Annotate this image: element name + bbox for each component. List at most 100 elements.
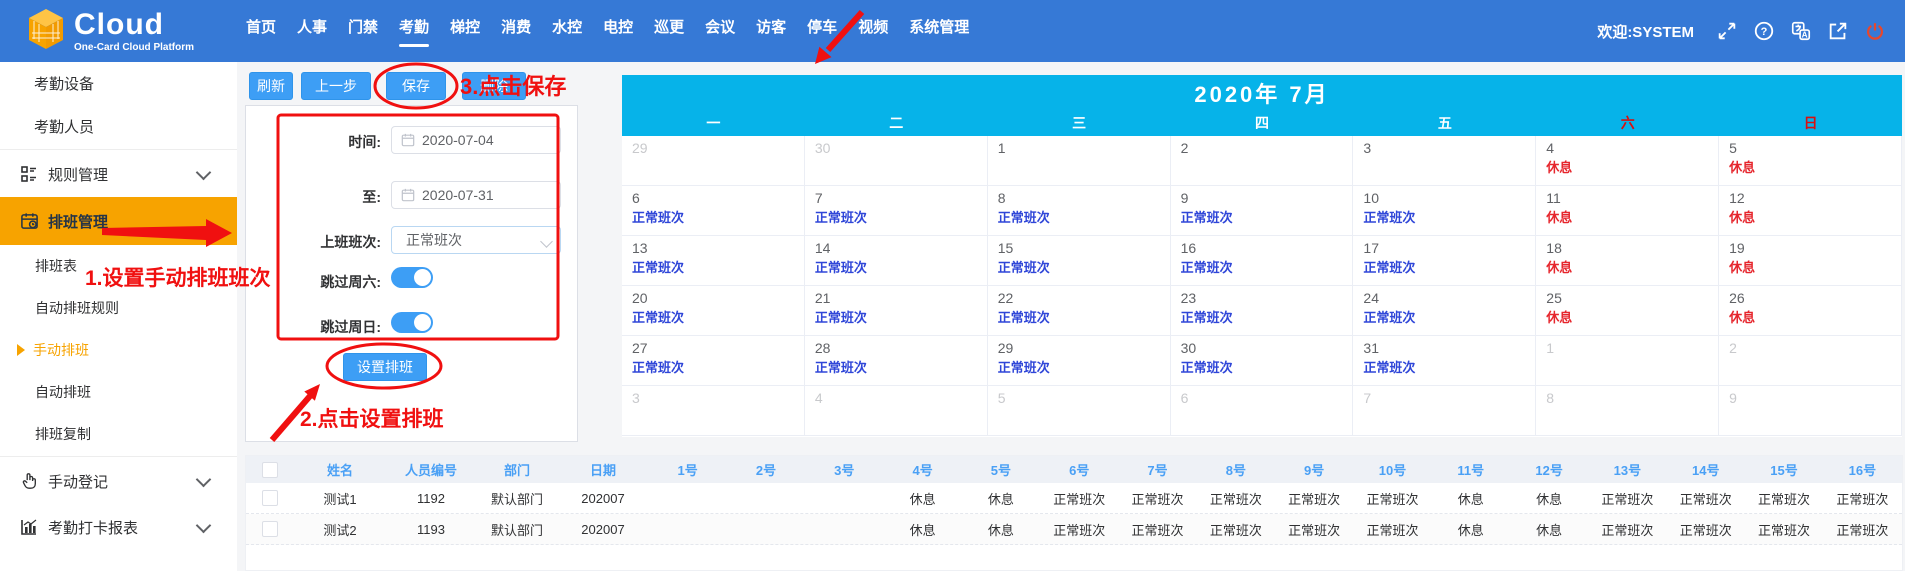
schedule-calendar: 2020年 7月 一二三四五六日 29301234休息5休息6正常班次7正常班次… bbox=[622, 75, 1902, 437]
calendar-cell-8[interactable]: 8正常班次 bbox=[988, 186, 1171, 236]
nav-item-访客[interactable]: 访客 bbox=[756, 0, 786, 62]
translate-icon[interactable]: A bbox=[1789, 19, 1813, 43]
row-checkbox[interactable] bbox=[262, 521, 278, 537]
calendar-cell-22[interactable]: 22正常班次 bbox=[988, 286, 1171, 336]
active-underline bbox=[654, 44, 684, 47]
sidebar-item-手动登记[interactable]: 手动登记 bbox=[0, 458, 237, 504]
skip-sunday-toggle[interactable] bbox=[391, 312, 433, 333]
calendar-cell-3[interactable]: 3 bbox=[1353, 136, 1536, 186]
nav-item-门禁[interactable]: 门禁 bbox=[348, 0, 378, 62]
calendar-cell-5[interactable]: 5休息 bbox=[1719, 136, 1902, 186]
calendar-cell-12[interactable]: 12休息 bbox=[1719, 186, 1902, 236]
nav-item-label: 会议 bbox=[705, 16, 735, 37]
calendar-cell-27[interactable]: 27正常班次 bbox=[622, 336, 805, 386]
nav-item-电控[interactable]: 电控 bbox=[603, 0, 633, 62]
calendar-cell-26[interactable]: 26休息 bbox=[1719, 286, 1902, 336]
prev-step-button[interactable]: 上一步 bbox=[301, 72, 371, 100]
calendar-cell-1[interactable]: 1 bbox=[988, 136, 1171, 186]
set-schedule-button[interactable]: 设置排班 bbox=[343, 353, 427, 381]
sidebar-item-自动排班规则[interactable]: 自动排班规则 bbox=[0, 287, 237, 329]
calendar-cell-24[interactable]: 24正常班次 bbox=[1353, 286, 1536, 336]
nav-item-考勤[interactable]: 考勤 bbox=[399, 0, 429, 62]
sidebar-item-排班管理[interactable]: 排班管理 bbox=[0, 197, 237, 245]
nav-item-首页[interactable]: 首页 bbox=[246, 0, 276, 62]
row-checkbox[interactable] bbox=[262, 490, 278, 506]
calendar-cell-2[interactable]: 2 bbox=[1171, 136, 1354, 186]
calendar-cell-23[interactable]: 23正常班次 bbox=[1171, 286, 1354, 336]
calendar-cell-8[interactable]: 8 bbox=[1536, 386, 1719, 436]
calendar-cell-10[interactable]: 10正常班次 bbox=[1353, 186, 1536, 236]
nav-item-人事[interactable]: 人事 bbox=[297, 0, 327, 62]
calendar-cell-9[interactable]: 9正常班次 bbox=[1171, 186, 1354, 236]
calendar-cell-31[interactable]: 31正常班次 bbox=[1353, 336, 1536, 386]
nav-item-梯控[interactable]: 梯控 bbox=[450, 0, 480, 62]
rules-icon bbox=[18, 165, 40, 183]
sidebar-item-考勤打卡报表[interactable]: 考勤打卡报表 bbox=[0, 504, 237, 550]
sidebar-item-自动排班[interactable]: 自动排班 bbox=[0, 371, 237, 413]
nav-item-视频[interactable]: 视频 bbox=[858, 0, 888, 62]
nav-item-会议[interactable]: 会议 bbox=[705, 0, 735, 62]
calendar-cell-21[interactable]: 21正常班次 bbox=[805, 286, 988, 336]
calendar-cell-20[interactable]: 20正常班次 bbox=[622, 286, 805, 336]
active-underline bbox=[297, 44, 327, 47]
calendar-cell-9[interactable]: 9 bbox=[1719, 386, 1902, 436]
sidebar-item-手动排班[interactable]: 手动排班 bbox=[0, 329, 237, 371]
calendar-cell-1[interactable]: 1 bbox=[1536, 336, 1719, 386]
table-header-row: 姓名人员编号部门日期1号2号3号4号5号6号7号8号9号10号11号12号13号… bbox=[246, 456, 1902, 483]
calendar-cell-6[interactable]: 6 bbox=[1171, 386, 1354, 436]
calendar-cell-7[interactable]: 7正常班次 bbox=[805, 186, 988, 236]
start-date-input[interactable]: 2020-07-04 bbox=[391, 126, 561, 154]
sidebar-item-考勤设备[interactable]: 考勤设备 bbox=[0, 62, 237, 105]
sidebar-item-排班表[interactable]: 排班表 bbox=[0, 245, 237, 287]
calendar-cell-3[interactable]: 3 bbox=[622, 386, 805, 436]
calendar-cell-5[interactable]: 5 bbox=[988, 386, 1171, 436]
day-9-cell: 正常班次 bbox=[1276, 483, 1354, 513]
refresh-button[interactable]: 刷新 bbox=[249, 72, 293, 100]
end-date-input[interactable]: 2020-07-31 bbox=[391, 181, 561, 209]
weekday-四: 四 bbox=[1171, 110, 1354, 136]
calendar-cell-18[interactable]: 18休息 bbox=[1536, 236, 1719, 286]
sidebar-item-排班复制[interactable]: 排班复制 bbox=[0, 413, 237, 455]
nav-item-消费[interactable]: 消费 bbox=[501, 0, 531, 62]
nav-item-水控[interactable]: 水控 bbox=[552, 0, 582, 62]
fullscreen-icon[interactable] bbox=[1715, 19, 1739, 43]
calendar-cell-14[interactable]: 14正常班次 bbox=[805, 236, 988, 286]
calendar-cell-4[interactable]: 4 bbox=[805, 386, 988, 436]
calendar-cell-15[interactable]: 15正常班次 bbox=[988, 236, 1171, 286]
calendar-cell-25[interactable]: 25休息 bbox=[1536, 286, 1719, 336]
nav-item-系统管理[interactable]: 系统管理 bbox=[909, 0, 969, 62]
calendar-cell-16[interactable]: 16正常班次 bbox=[1171, 236, 1354, 286]
calendar-cell-29[interactable]: 29 bbox=[622, 136, 805, 186]
save-button[interactable]: 保存 bbox=[386, 72, 446, 100]
shift-select[interactable]: 正常班次 bbox=[391, 226, 561, 254]
svg-text:?: ? bbox=[1761, 26, 1768, 38]
calendar-cell-19[interactable]: 19休息 bbox=[1719, 236, 1902, 286]
nav-item-巡更[interactable]: 巡更 bbox=[654, 0, 684, 62]
calendar-cell-30[interactable]: 30 bbox=[805, 136, 988, 186]
nav-item-停车[interactable]: 停车 bbox=[807, 0, 837, 62]
external-link-icon[interactable] bbox=[1826, 19, 1850, 43]
power-icon[interactable] bbox=[1863, 19, 1887, 43]
sidebar-item-考勤人员[interactable]: 考勤人员 bbox=[0, 105, 237, 148]
calendar-cell-28[interactable]: 28正常班次 bbox=[805, 336, 988, 386]
calendar-cell-29[interactable]: 29正常班次 bbox=[988, 336, 1171, 386]
select-all-checkbox[interactable] bbox=[262, 462, 278, 478]
active-underline bbox=[552, 44, 582, 47]
active-underline bbox=[246, 44, 276, 47]
help-icon[interactable]: ? bbox=[1752, 19, 1776, 43]
app-logo[interactable]: Cloud One-Card Cloud Platform bbox=[26, 7, 226, 56]
delete-button[interactable]: 删除 bbox=[462, 72, 526, 100]
calendar-cell-2[interactable]: 2 bbox=[1719, 336, 1902, 386]
calendar-cell-4[interactable]: 4休息 bbox=[1536, 136, 1719, 186]
calendar-cell-7[interactable]: 7 bbox=[1353, 386, 1536, 436]
calendar-cell-11[interactable]: 11休息 bbox=[1536, 186, 1719, 236]
calendar-cell-13[interactable]: 13正常班次 bbox=[622, 236, 805, 286]
calendar-cell-17[interactable]: 17正常班次 bbox=[1353, 236, 1536, 286]
sidebar-item-规则管理[interactable]: 规则管理 bbox=[0, 151, 237, 197]
time-label: 时间: bbox=[251, 132, 381, 152]
calendar-cell-6[interactable]: 6正常班次 bbox=[622, 186, 805, 236]
calendar-cell-30[interactable]: 30正常班次 bbox=[1171, 336, 1354, 386]
day-1-cell bbox=[649, 514, 727, 544]
day-14-cell: 正常班次 bbox=[1667, 514, 1745, 544]
skip-saturday-toggle[interactable] bbox=[391, 267, 433, 288]
